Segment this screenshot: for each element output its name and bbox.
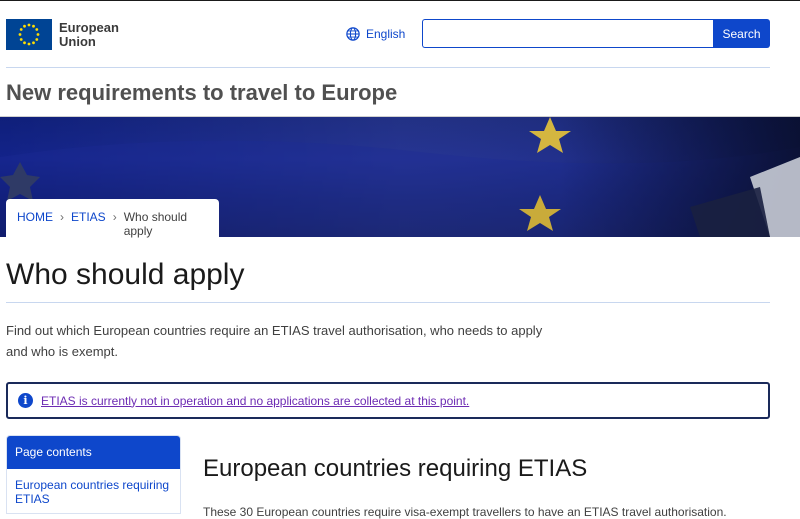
logo-text-line1: European: [59, 20, 119, 35]
breadcrumb: HOME › ETIAS › Who should apply: [6, 199, 219, 238]
breadcrumb-home[interactable]: HOME: [17, 210, 53, 237]
page-contents-heading: Page contents: [7, 436, 180, 469]
search-input[interactable]: [422, 19, 713, 48]
breadcrumb-current: Who should apply: [123, 210, 188, 238]
info-icon: i: [18, 393, 33, 408]
header-divider: [6, 67, 770, 68]
intro-text: Find out which European countries requir…: [6, 323, 543, 359]
top-border: [0, 0, 800, 1]
search-button[interactable]: Search: [713, 19, 770, 48]
logo-text[interactable]: European Union: [59, 21, 119, 49]
logo-text-line2: Union: [59, 34, 96, 49]
info-notice: i ETIAS is currently not in operation an…: [6, 382, 770, 419]
site-title: New requirements to travel to Europe: [6, 80, 398, 105]
page-contents: Page contents European countries requiri…: [6, 435, 181, 514]
breadcrumb-etias[interactable]: ETIAS: [71, 210, 106, 237]
breadcrumb-separator: ›: [112, 210, 117, 224]
globe-icon: [346, 27, 360, 41]
language-selector[interactable]: English: [346, 27, 405, 41]
eu-flag-logo[interactable]: [6, 19, 52, 50]
page-title: Who should apply: [6, 258, 245, 291]
page-contents-item[interactable]: European countries requiring ETIAS: [7, 469, 180, 513]
section-title: European countries requiring ETIAS: [203, 455, 588, 482]
notice-link[interactable]: ETIAS is currently not in operation and …: [41, 394, 469, 408]
section-text: These 30 European countries require visa…: [203, 505, 727, 519]
language-label: English: [366, 27, 406, 41]
eu-flag-icon: [18, 23, 40, 46]
breadcrumb-separator: ›: [60, 210, 64, 224]
page-title-divider: [6, 302, 770, 303]
